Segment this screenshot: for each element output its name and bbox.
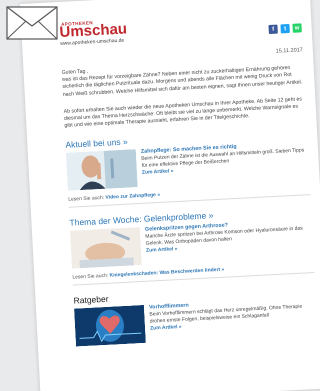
social-icons: f t w [268,23,302,35]
intro-paragraph-2: Ab sofort erhalten Sie auch wieder die n… [63,96,303,130]
article-image-man-teeth[interactable] [65,149,138,192]
envelope-icon [6,6,58,40]
newsletter-header: Apotheken Umschau www.apotheken-umschau.… [59,9,302,52]
article-image-knee-injection[interactable] [69,227,142,270]
facebook-icon[interactable]: f [268,24,278,35]
twitter-icon[interactable]: t [280,23,290,34]
article-image-heart[interactable] [74,305,146,347]
whatsapp-icon[interactable]: w [292,23,302,33]
see-also-link[interactable]: Video zur Zahnpflege » [105,192,160,201]
brand-logo[interactable]: Apotheken Umschau www.apotheken-umschau.… [59,18,128,47]
newsletter-page: Apotheken Umschau www.apotheken-umschau.… [20,0,320,391]
see-also-prefix: Lesen Sie auch: [72,273,110,282]
see-also-prefix: Lesen Sie auch: [68,195,106,204]
